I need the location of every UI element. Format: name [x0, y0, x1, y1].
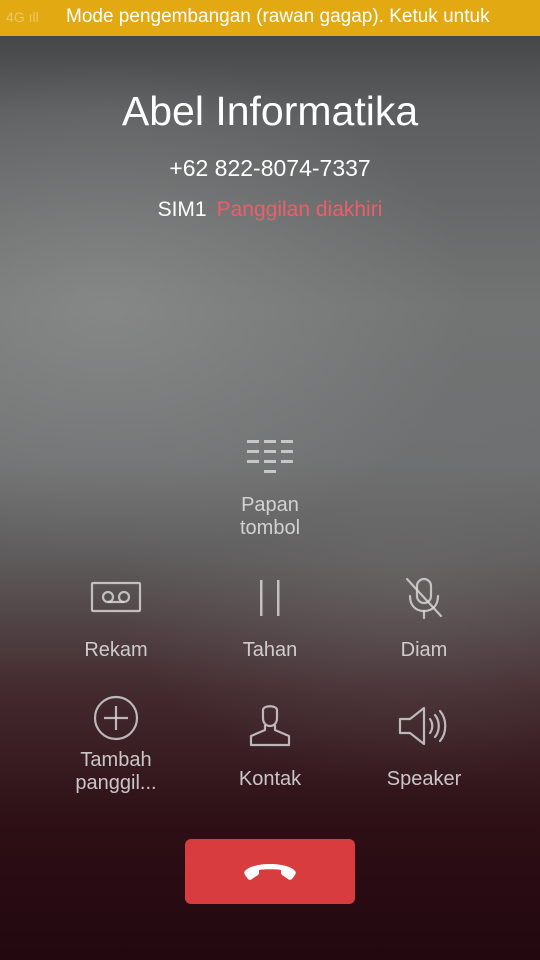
mute-button[interactable]: Diam: [349, 576, 499, 662]
person-icon: [249, 705, 291, 747]
sim-label: SIM1: [157, 198, 207, 221]
contacts-button[interactable]: Kontak: [195, 704, 345, 791]
end-call-button[interactable]: [185, 839, 355, 904]
call-state-line: SIM1 Panggilan diakhiri: [0, 198, 540, 222]
record-button[interactable]: Rekam: [41, 578, 191, 662]
caller-name: Abel Informatika: [121, 88, 419, 134]
add-circle-icon: [93, 695, 139, 741]
speaker-label: Speaker: [386, 768, 462, 790]
keypad-label-line1: Papan: [241, 494, 299, 516]
hang-up-icon: [244, 863, 296, 880]
mute-label: Diam: [400, 639, 448, 661]
contacts-label: Kontak: [238, 768, 302, 790]
status-icons: 4G ıll: [6, 9, 39, 25]
mic-off-icon: [405, 577, 443, 620]
dialpad-icon: [247, 440, 293, 473]
add-call-label-line2: panggil...: [75, 772, 157, 794]
status-bar[interactable]: 4G ıll Mode pengembangan (rawan gagap). …: [0, 0, 540, 36]
keypad-label-line2: tombol: [239, 517, 301, 539]
developer-mode-notification[interactable]: Mode pengembangan (rawan gagap). Ketuk u…: [66, 6, 490, 28]
add-call-label-line1: Tambah: [80, 749, 152, 771]
speaker-icon: [398, 706, 447, 746]
keypad-button[interactable]: Papan tombol: [195, 438, 345, 540]
call-screen: 4G ıll Mode pengembangan (rawan gagap). …: [0, 0, 540, 960]
caller-number: +62 822-8074-7337: [169, 155, 371, 181]
hold-label: Tahan: [242, 639, 298, 661]
add-call-button[interactable]: Tambah panggil...: [41, 694, 191, 795]
record-label: Rekam: [84, 639, 148, 661]
speaker-button[interactable]: Speaker: [349, 704, 499, 791]
call-status-text: Panggilan diakhiri: [216, 198, 383, 221]
hold-button[interactable]: Tahan: [195, 578, 345, 662]
pause-icon: [260, 580, 280, 616]
record-icon: [90, 581, 142, 613]
